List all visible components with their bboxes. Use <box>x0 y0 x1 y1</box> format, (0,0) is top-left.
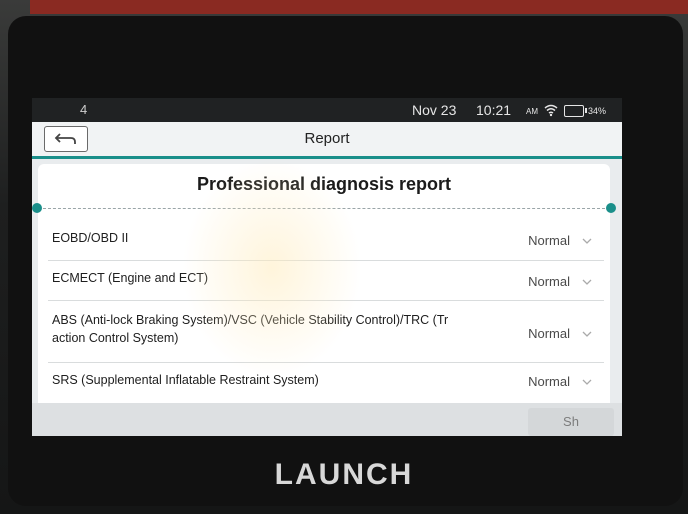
chevron-down-icon <box>582 331 592 337</box>
battery-percent: 34% <box>588 106 607 116</box>
chevron-down-icon <box>582 279 592 285</box>
row-label: ABS (Anti-lock Braking System)/VSC (Vehi… <box>52 313 449 327</box>
row-label: ECMECT (Engine and ECT) <box>52 271 209 285</box>
report-row-eobd[interactable]: EOBD/OBD II Normal <box>48 222 604 261</box>
status-time: 10:21 <box>476 102 512 118</box>
status-bar: 4 Nov 23 10:21 AM 34% <box>32 98 622 122</box>
share-button[interactable]: Sh <box>528 408 614 436</box>
report-heading: Professional diagnosis report <box>196 174 452 194</box>
chevron-down-icon <box>582 379 592 385</box>
row-status: Normal <box>528 274 570 289</box>
tablet-screen: 4 Nov 23 10:21 AM 34% Report Professiona… <box>32 98 622 436</box>
page-title: Report <box>304 130 350 147</box>
chevron-down-icon <box>582 238 592 244</box>
wifi-icon <box>544 104 558 117</box>
row-label-continued: action Control System) <box>52 331 179 345</box>
report-row-srs[interactable]: SRS (Supplemental Inflatable Restraint S… <box>48 362 604 400</box>
heading-divider <box>38 208 610 209</box>
status-date: Nov 23 <box>412 102 457 118</box>
row-status: Normal <box>528 233 570 248</box>
report-row-abs[interactable]: ABS (Anti-lock Braking System)/VSC (Vehi… <box>48 300 604 363</box>
divider-dot-left <box>32 203 42 213</box>
device-red-edge <box>30 0 688 14</box>
row-label: EOBD/OBD II <box>52 231 129 245</box>
row-status: Normal <box>528 326 570 341</box>
row-status: Normal <box>528 374 570 389</box>
report-card: Professional diagnosis report EOBD/OBD I… <box>32 164 616 436</box>
battery-icon <box>564 105 587 117</box>
report-row-ecmect[interactable]: ECMECT (Engine and ECT) Normal <box>48 260 604 301</box>
status-ampm: AM <box>526 107 538 116</box>
device-logo: LAUNCH <box>274 458 414 491</box>
status-left-indicator: 4 <box>80 102 88 117</box>
device-body: 4 Nov 23 10:21 AM 34% Report Professiona… <box>0 0 688 514</box>
title-bar: Report <box>32 122 622 159</box>
row-label: SRS (Supplemental Inflatable Restraint S… <box>52 373 319 387</box>
divider-dot-right <box>606 203 616 213</box>
